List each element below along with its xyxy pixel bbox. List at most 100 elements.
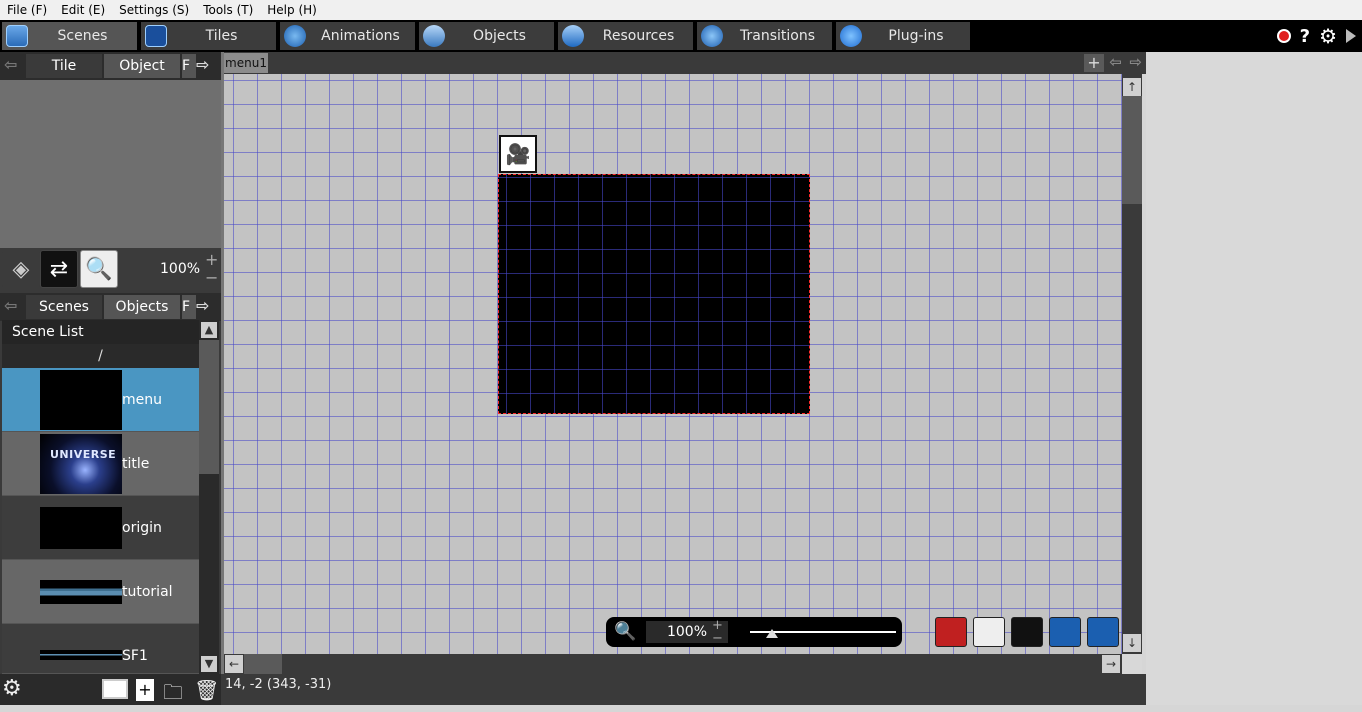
tab-objects[interactable]: Objects <box>419 22 554 50</box>
right-empty-area <box>1146 52 1362 705</box>
tab-resources[interactable]: Resources <box>558 22 693 50</box>
left-top-tabs: ⇦ Tile Object F ⇨ <box>0 52 221 80</box>
tab-tile[interactable]: Tile <box>26 54 102 78</box>
doc-tab-menu1[interactable]: menu1 <box>224 53 268 73</box>
tab-label: Plug-ins <box>888 28 944 44</box>
swap-view-icon[interactable] <box>973 617 1005 647</box>
scene-name: tutorial <box>122 584 173 600</box>
camera-icon[interactable]: 🎥 <box>499 135 537 173</box>
scene-thumbnail <box>40 507 122 549</box>
menu-help[interactable]: Help (H) <box>260 0 324 20</box>
zoom-plus-icon[interactable]: + <box>205 250 218 269</box>
scene-list-header: Scene List <box>2 320 199 344</box>
tab-scenes-list[interactable]: Scenes <box>26 295 102 319</box>
scroll-right-icon[interactable]: → <box>1102 655 1120 673</box>
scroll-up-icon[interactable]: ▲ <box>201 322 217 338</box>
scene-item-menu-scene[interactable]: menu scene <box>2 368 199 472</box>
scene-name: menu scene <box>122 392 163 472</box>
scene-canvas[interactable]: 🎥 <box>224 74 1122 654</box>
menu-settings[interactable]: Settings (S) <box>112 0 196 20</box>
folder-row[interactable]: / <box>2 344 199 368</box>
tile-panel-body <box>0 80 221 248</box>
canvas-zoom-control: 🔍 100% + − <box>606 617 902 647</box>
arrow-right-icon[interactable]: ⇨ <box>196 296 209 315</box>
transitions-icon <box>701 25 723 47</box>
scene-area[interactable] <box>498 174 810 414</box>
record-icon[interactable] <box>1276 29 1291 43</box>
objects-icon <box>423 25 445 47</box>
shield-check-icon[interactable] <box>1087 617 1119 647</box>
menu-bar: File (F) Edit (E) Settings (S) Tools (T)… <box>0 0 1362 20</box>
left-top-panel: ⇦ Tile Object F ⇨ <box>0 52 221 248</box>
play-icon[interactable] <box>1346 29 1356 43</box>
swap-view-icon[interactable]: ⇄ <box>40 250 78 288</box>
scene-thumbnail <box>40 580 122 604</box>
canvas-horizontal-scrollbar[interactable]: ← → <box>224 654 1122 674</box>
tab-scenes[interactable]: Scenes <box>2 22 137 50</box>
magnifier-icon[interactable]: 🔍 <box>614 621 636 642</box>
new-scene-icon[interactable] <box>102 679 128 699</box>
menu-tools[interactable]: Tools (T) <box>196 0 260 20</box>
scene-list-toolbar: ⚙ + 🗀 🗑 <box>0 674 221 705</box>
scenes-icon <box>6 25 28 47</box>
arrow-left-icon[interactable]: ⇦ <box>4 296 17 315</box>
tab-f[interactable]: F <box>182 54 196 78</box>
menu-file[interactable]: File (F) <box>0 0 54 20</box>
arrow-right-icon[interactable]: ⇨ <box>1129 53 1142 71</box>
tab-objects-list[interactable]: Objects <box>104 295 180 319</box>
tab-label: Objects <box>473 28 526 44</box>
arrow-right-icon[interactable]: ⇨ <box>196 55 209 74</box>
scroll-down-icon[interactable]: ↓ <box>1123 634 1141 652</box>
eraser-icon[interactable]: ◈ <box>2 250 40 288</box>
tab-tiles[interactable]: Tiles <box>141 22 276 50</box>
scrollbar-thumb[interactable] <box>244 654 282 674</box>
tool-row: ◈ ⇄ 🔍 100% + − <box>0 248 221 290</box>
menu-edit[interactable]: Edit (E) <box>54 0 112 20</box>
tab-label: Animations <box>321 28 400 44</box>
crosshair-icon[interactable]: + <box>1084 54 1104 72</box>
magnifier-icon[interactable]: 🔍 <box>80 250 118 288</box>
top-right-tools: ? ⚙ <box>1276 20 1362 52</box>
arrow-left-icon[interactable]: ⇦ <box>1109 53 1122 71</box>
tab-label: Tiles <box>205 28 238 44</box>
zoom-minus-icon[interactable]: − <box>712 631 723 646</box>
gear-icon[interactable]: ⚙ <box>2 676 22 701</box>
trash-icon[interactable]: 🗑 <box>194 678 219 702</box>
magnet-icon[interactable] <box>1011 617 1043 647</box>
arrow-left-icon[interactable]: ⇦ <box>4 55 17 74</box>
canvas-vertical-scrollbar[interactable]: ↑ ↓ <box>1122 74 1142 654</box>
scene-item-tutorial[interactable]: tutorial <box>2 560 199 624</box>
help-icon[interactable]: ? <box>1300 26 1310 47</box>
scene-list-scrollbar[interactable]: ▲ ▼ <box>199 320 219 674</box>
scene-item-sf1[interactable]: SF1 <box>2 624 199 674</box>
zoom-minus-icon[interactable]: − <box>205 268 218 287</box>
status-bar: 14, -2 (343, -31) <box>221 674 1146 705</box>
paint-tool-icon[interactable] <box>935 617 967 647</box>
scene-item-origin[interactable]: origin <box>2 496 199 560</box>
tab-object[interactable]: Object <box>104 54 180 78</box>
scroll-down-icon[interactable]: ▼ <box>201 656 217 672</box>
animations-icon <box>284 25 306 47</box>
left-bottom-tabs: ⇦ Scenes Objects F ⇨ <box>0 293 221 321</box>
scroll-up-icon[interactable]: ↑ <box>1123 78 1141 96</box>
thumbnail-text: UNIVERSE <box>50 448 117 461</box>
zoom-slider-knob[interactable] <box>766 629 778 638</box>
gear-icon[interactable]: ⚙ <box>1319 24 1337 48</box>
resources-icon <box>562 25 584 47</box>
tab-transitions[interactable]: Transitions <box>697 22 832 50</box>
scene-name: title <box>122 456 150 472</box>
add-folder-icon[interactable]: 🗀 <box>163 678 183 712</box>
scene-list-panel: ⇦ Scenes Objects F ⇨ Scene List / menu s… <box>0 290 221 674</box>
scene-item-title[interactable]: UNIVERSE title <box>2 432 199 496</box>
grid-icon[interactable] <box>1049 617 1081 647</box>
scroll-left-icon[interactable]: ← <box>225 655 243 673</box>
tiles-icon <box>145 25 167 47</box>
scene-thumbnail <box>40 650 122 660</box>
tab-plugins[interactable]: Plug-ins <box>836 22 970 50</box>
tab-f[interactable]: F <box>182 295 196 319</box>
scrollbar-thumb[interactable] <box>199 340 219 474</box>
tab-animations[interactable]: Animations <box>280 22 415 50</box>
add-scene-icon[interactable]: + <box>136 679 154 701</box>
scrollbar-thumb[interactable] <box>1122 96 1142 204</box>
scene-thumbnail: UNIVERSE <box>40 434 122 494</box>
